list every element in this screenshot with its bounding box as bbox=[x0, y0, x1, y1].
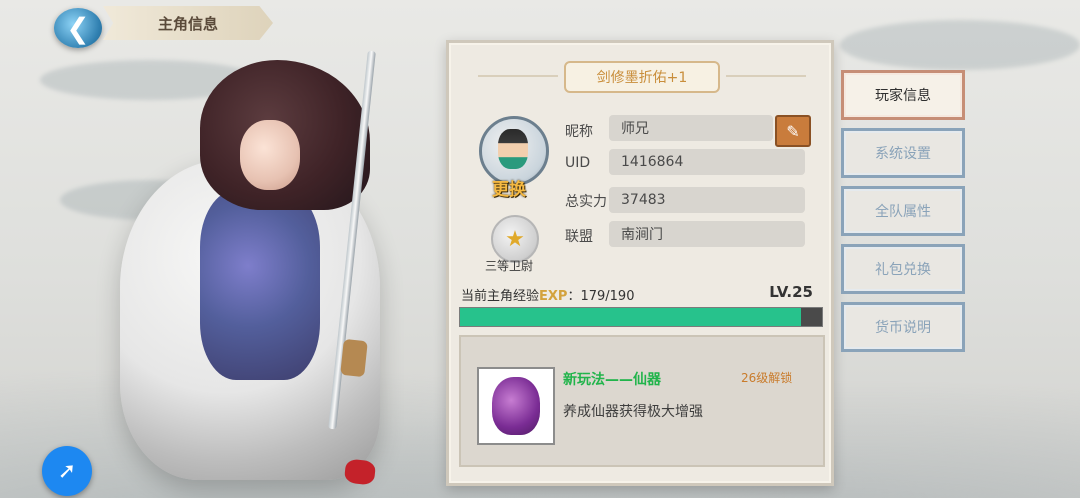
menu-gift-redeem-button[interactable]: 礼包兑换 bbox=[841, 244, 965, 294]
exp-progress-bar bbox=[459, 307, 823, 327]
power-label: 总实力 bbox=[565, 194, 607, 210]
uid-label: UID bbox=[565, 155, 591, 171]
feature-unlock-level: 26级解锁 bbox=[741, 371, 793, 385]
background-cloud bbox=[840, 20, 1080, 70]
brush-icon: ✎ bbox=[786, 121, 800, 141]
exp-tag: EXP bbox=[539, 289, 568, 304]
nickname-value: 师兄 bbox=[609, 115, 773, 141]
menu-system-settings-label: 系统设置 bbox=[875, 146, 931, 162]
exp-progress-fill bbox=[460, 308, 802, 326]
back-arrow-icon: ❮ bbox=[66, 11, 90, 45]
alliance-value: 南涧门 bbox=[609, 221, 805, 247]
menu-gift-redeem-label: 礼包兑换 bbox=[875, 262, 931, 278]
rank-badge-icon: ★ bbox=[491, 215, 539, 263]
title-banner: 剑修墨折佑+1 bbox=[478, 61, 806, 93]
compass-button[interactable]: ➚ bbox=[42, 446, 92, 496]
page-title: 主角信息 bbox=[103, 6, 273, 40]
gourd-item-icon bbox=[477, 367, 555, 445]
menu-team-attributes-button[interactable]: 全队属性 bbox=[841, 186, 965, 236]
hero-sword-tassel bbox=[343, 458, 377, 486]
compass-icon: ➚ bbox=[57, 458, 77, 484]
player-info-panel: 剑修墨折佑+1 更换 ★ 三等卫尉 昵称 师兄 ✎ UID 1416864 总实… bbox=[446, 40, 834, 486]
uid-value: 1416864 bbox=[609, 149, 805, 175]
alliance-label: 联盟 bbox=[565, 229, 593, 245]
title-banner-text: 剑修墨折佑+1 bbox=[596, 70, 688, 86]
exp-label: 当前主角经验EXP：179/190 bbox=[461, 285, 634, 304]
page-title-text: 主角信息 bbox=[157, 14, 218, 33]
feature-card[interactable]: 新玩法——仙器 26级解锁 养成仙器获得极大增强 bbox=[459, 335, 825, 467]
change-avatar-button[interactable]: 更换 bbox=[492, 175, 526, 200]
menu-currency-info-button[interactable]: 货币说明 bbox=[841, 302, 965, 352]
exp-value: ：179/190 bbox=[567, 289, 635, 304]
hero-illustration bbox=[80, 40, 440, 498]
menu-player-info-label: 玩家信息 bbox=[875, 88, 931, 104]
feature-title: 新玩法——仙器 bbox=[563, 372, 661, 388]
feature-description: 养成仙器获得极大增强 bbox=[563, 404, 703, 420]
exp-label-text: 当前主角经验 bbox=[461, 289, 540, 304]
level-indicator: LV.25 bbox=[769, 283, 813, 301]
nickname-label: 昵称 bbox=[565, 124, 593, 140]
back-button[interactable]: ❮ bbox=[54, 8, 102, 48]
menu-system-settings-button[interactable]: 系统设置 bbox=[841, 128, 965, 178]
menu-player-info-button[interactable]: 玩家信息 bbox=[841, 70, 965, 120]
edit-nickname-button[interactable]: ✎ bbox=[775, 115, 811, 147]
menu-currency-info-label: 货币说明 bbox=[875, 320, 931, 336]
hero-sword-hilt bbox=[340, 338, 368, 378]
hero-face bbox=[240, 120, 300, 190]
menu-team-attributes-label: 全队属性 bbox=[875, 204, 931, 220]
rank-label: 三等卫尉 bbox=[485, 259, 534, 273]
power-value: 37483 bbox=[609, 187, 805, 213]
hero-vest bbox=[200, 190, 320, 380]
